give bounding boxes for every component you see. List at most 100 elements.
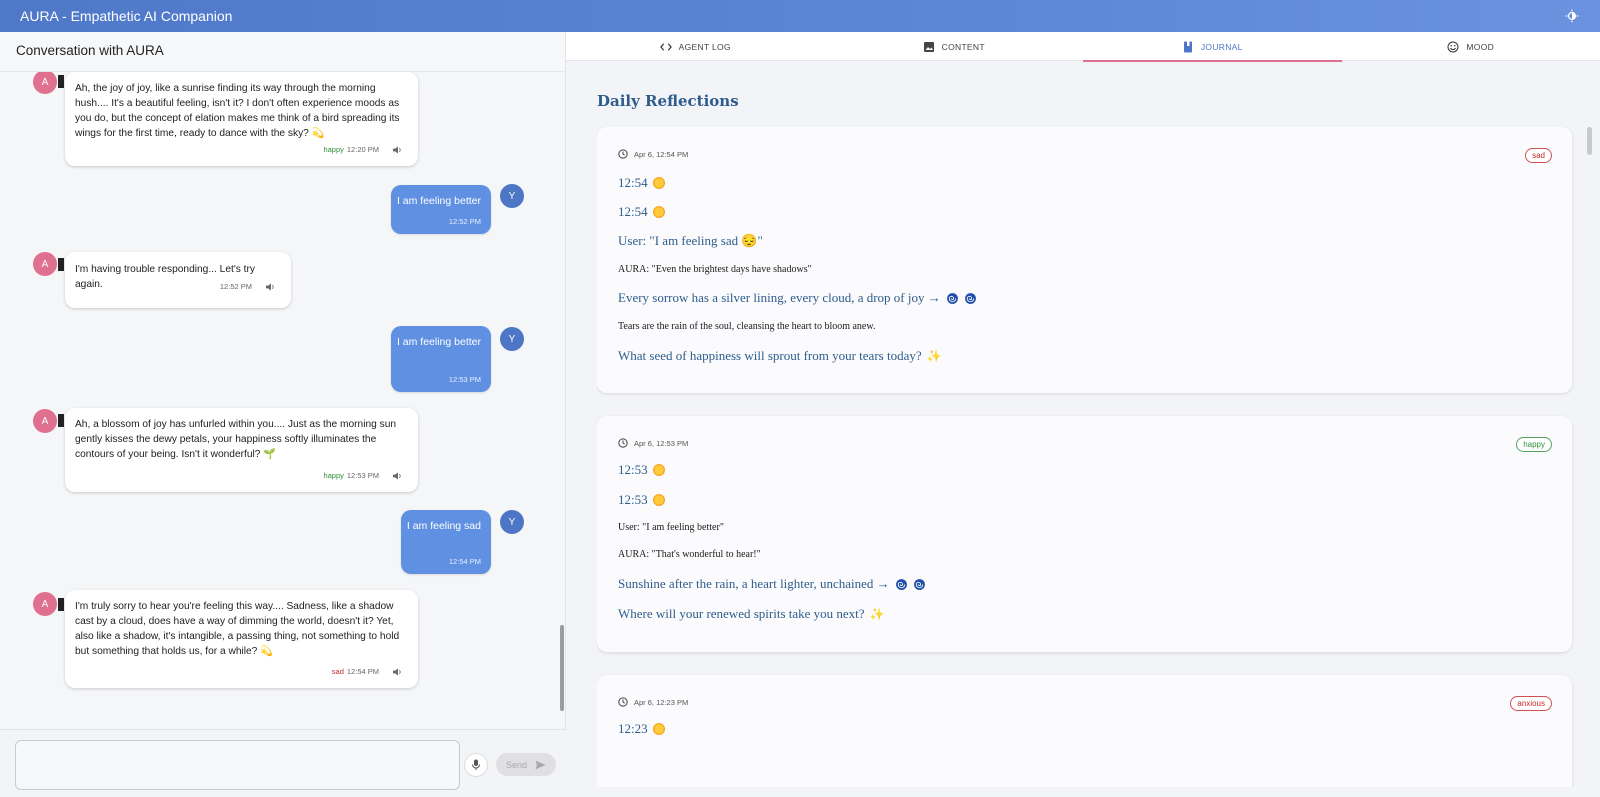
- entry-time: 12:54: [618, 175, 665, 191]
- journal-scrollbar[interactable]: [1587, 127, 1592, 155]
- entry-date-text: Apr 6, 12:54 PM: [634, 149, 689, 159]
- message-text: I'm truly sorry to hear you're feeling t…: [75, 601, 400, 657]
- question-text: Where will your renewed spirits take you…: [618, 606, 865, 621]
- message-text: I am feeling better: [396, 195, 481, 207]
- message-time: 12:53 PM: [448, 375, 481, 384]
- typing-marker: [58, 258, 64, 271]
- aura-message: Ah, the joy of joy, like a sunrise findi…: [65, 72, 418, 166]
- sun-icon: [652, 177, 665, 189]
- poem-line: Every sorrow has a silver lining, every …: [618, 290, 977, 306]
- user-message: I am feeling better 12:52 PM: [391, 185, 491, 234]
- tab-label: MOOD: [1466, 41, 1495, 52]
- book-icon: [1182, 41, 1194, 53]
- swirl-icon: [964, 292, 976, 304]
- tab-label: CONTENT: [941, 41, 985, 52]
- typing-marker: [58, 75, 64, 88]
- mood-badge: anxious: [1510, 696, 1552, 711]
- typing-marker: [58, 598, 64, 611]
- prompt-question: Where will your renewed spirits take you…: [618, 606, 885, 622]
- user-avatar: Y: [500, 327, 524, 351]
- tab-agent-log[interactable]: AGENT LOG: [566, 32, 825, 61]
- aura-message: I'm having trouble responding... Let's t…: [65, 252, 291, 308]
- user-quote: User: "I am feeling sad 😔": [618, 233, 763, 248]
- aura-quote: AURA: "That's wonderful to hear!": [618, 549, 761, 560]
- entry-date: Apr 6, 12:54 PM: [618, 149, 688, 159]
- brightness-icon[interactable]: [1564, 8, 1580, 24]
- aura-message: Ah, a blossom of joy has unfurled within…: [65, 408, 418, 492]
- chat-header: Conversation with AURA: [0, 32, 565, 72]
- send-icon: [535, 759, 546, 770]
- user-quote: User: "I am feeling better": [618, 522, 724, 533]
- entry-time: 12:53: [618, 462, 665, 478]
- mood-label: happy: [323, 471, 344, 480]
- entry-time-text: 12:54: [618, 175, 648, 190]
- journal-entry: Apr 6, 12:23 PM anxious 12:23: [597, 675, 1572, 787]
- entry-date-text: Apr 6, 12:53 PM: [634, 438, 689, 448]
- tab-bar: AGENT LOG CONTENT JOURNAL MOOD: [566, 32, 1600, 62]
- message-input[interactable]: [15, 740, 460, 790]
- journal-entries[interactable]: Apr 6, 12:54 PM sad 12:54 12:54 User: "I…: [597, 127, 1579, 787]
- code-icon: [659, 41, 672, 53]
- aura-avatar: A: [33, 592, 57, 616]
- app-title: AURA - Empathetic AI Companion: [20, 8, 233, 24]
- tab-label: AGENT LOG: [678, 41, 731, 52]
- mood-label: happy: [323, 145, 344, 154]
- detail-panel: AGENT LOG CONTENT JOURNAL MOOD Daily Ref…: [566, 32, 1600, 797]
- tab-label: JOURNAL: [1200, 41, 1243, 52]
- typing-marker: [58, 414, 64, 427]
- poem-text: Sunshine after the rain, a heart lighter…: [618, 576, 890, 591]
- sparkle-icon: ✨: [926, 348, 942, 363]
- entry-date-text: Apr 6, 12:23 PM: [634, 697, 689, 707]
- user-message: I am feeling sad 12:54 PM: [401, 510, 491, 574]
- image-icon: [923, 41, 935, 53]
- poem-line: Sunshine after the rain, a heart lighter…: [618, 576, 926, 592]
- aura-quote: AURA: "Even the brightest days have shad…: [618, 264, 812, 275]
- clock-icon: [618, 438, 628, 448]
- entry-time: 12:54: [618, 204, 665, 220]
- question-text: What seed of happiness will sprout from …: [618, 348, 922, 363]
- message-time: 12:20 PM: [346, 145, 379, 154]
- message-text: Ah, a blossom of joy has unfurled within…: [75, 419, 397, 460]
- composer: Send: [0, 729, 566, 797]
- sun-icon: [652, 206, 665, 218]
- aura-avatar: A: [33, 72, 57, 94]
- sparkle-icon: ✨: [869, 606, 885, 621]
- sun-icon: [652, 723, 665, 735]
- entry-time: 12:53: [618, 492, 665, 508]
- swirl-icon: [946, 292, 958, 304]
- entry-time-text: 12:54: [618, 204, 648, 219]
- tab-mood[interactable]: MOOD: [1342, 32, 1600, 61]
- prompt-question: What seed of happiness will sprout from …: [618, 348, 942, 364]
- entry-time-text: 12:53: [618, 492, 648, 507]
- entry-time-text: 12:53: [618, 462, 648, 477]
- speaker-icon[interactable]: [392, 471, 404, 481]
- mic-icon[interactable]: [464, 753, 488, 777]
- message-time: 12:52 PM: [219, 282, 252, 291]
- app-bar: AURA - Empathetic AI Companion: [0, 0, 1600, 32]
- message-list[interactable]: A Ah, the joy of joy, like a sunrise fin…: [0, 72, 566, 729]
- swirl-icon: [895, 578, 907, 590]
- speaker-icon[interactable]: [392, 145, 404, 155]
- message-time: 12:53 PM: [346, 471, 379, 480]
- mood-badge: sad: [1525, 148, 1552, 163]
- user-message: I am feeling better 12:53 PM: [391, 326, 491, 392]
- aura-message: I'm truly sorry to hear you're feeling t…: [65, 590, 418, 688]
- message-time: 12:54 PM: [346, 667, 379, 676]
- speaker-icon[interactable]: [265, 282, 277, 292]
- chat-scrollbar[interactable]: [560, 625, 564, 711]
- speaker-icon[interactable]: [392, 667, 404, 677]
- message-text: I am feeling better: [396, 336, 481, 348]
- message-text: Ah, the joy of joy, like a sunrise findi…: [75, 83, 400, 139]
- entry-time-text: 12:23: [618, 721, 648, 736]
- user-avatar: Y: [500, 510, 524, 534]
- send-label: Send: [505, 759, 528, 770]
- tab-journal[interactable]: JOURNAL: [1083, 32, 1342, 62]
- journal-entry: Apr 6, 12:53 PM happy 12:53 12:53 User: …: [597, 416, 1572, 652]
- reflection-text: Tears are the rain of the soul, cleansin…: [618, 321, 876, 332]
- aura-avatar: A: [33, 409, 57, 433]
- journal-entry: Apr 6, 12:54 PM sad 12:54 12:54 User: "I…: [597, 127, 1572, 393]
- swirl-icon: [913, 578, 925, 590]
- smiley-icon: [1447, 41, 1459, 53]
- send-button[interactable]: Send: [496, 753, 556, 776]
- tab-content[interactable]: CONTENT: [825, 32, 1084, 61]
